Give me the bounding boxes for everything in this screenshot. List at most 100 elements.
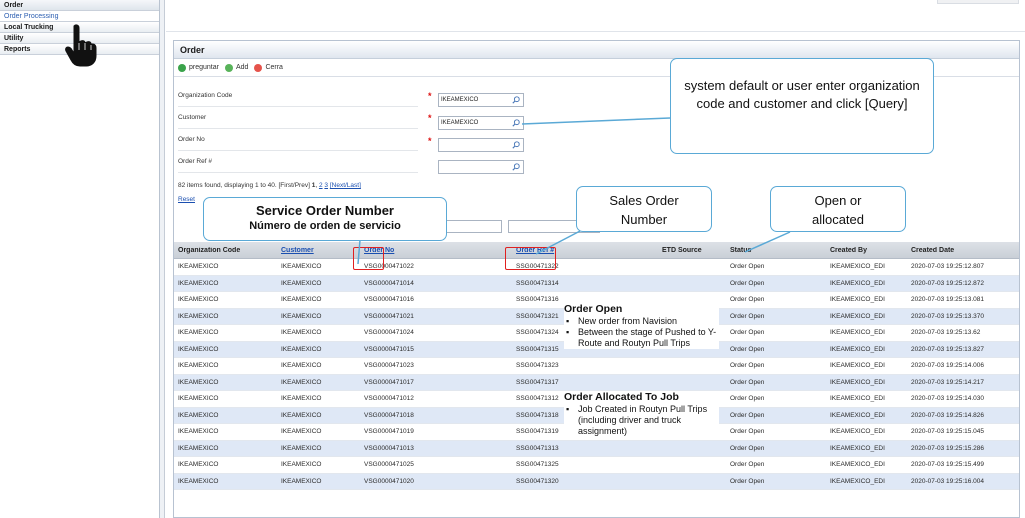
cell-status: Order Open [730, 411, 765, 419]
cell-organization-code: IKEAMEXICO [178, 411, 219, 419]
form-row-organization: Organization Code [178, 89, 418, 107]
cell-customer: IKEAMEXICO [281, 378, 322, 386]
query-callout: system default or user enter organizatio… [670, 58, 934, 154]
cell-status: Order Open [730, 263, 765, 271]
organization-code-label: Organization Code [178, 92, 233, 99]
required-star: * [428, 91, 432, 101]
cell-created-date: 2020-07-03 19:25:14.006 [911, 362, 985, 370]
splitter[interactable] [160, 0, 165, 518]
cell-customer: IKEAMEXICO [281, 477, 322, 485]
table-row[interactable]: IKEAMEXICO IKEAMEXICO VSG0000471025 SSG0047… [174, 457, 1019, 474]
top-box [937, 0, 1019, 4]
organization-code-input[interactable]: IKEAMEXICO [438, 93, 524, 107]
cell-created-by: IKEAMEXICO_EDI [830, 428, 885, 436]
cell-created-by: IKEAMEXICO_EDI [830, 395, 885, 403]
paging-first-prev[interactable]: [First/Prev] [278, 182, 309, 189]
cell-created-date: 2020-07-03 19:25:16.004 [911, 477, 985, 485]
cell-created-date: 2020-07-03 19:25:12.807 [911, 263, 985, 271]
left-navigation: Order Order Processing Local Trucking Ut… [0, 0, 160, 518]
cell-organization-code: IKEAMEXICO [178, 329, 219, 337]
cell-created-by: IKEAMEXICO_EDI [830, 477, 885, 485]
service-order-label-en: Service Order Number [255, 203, 394, 218]
cell-customer: IKEAMEXICO [281, 279, 322, 287]
cell-customer: IKEAMEXICO [281, 263, 322, 271]
nav-item-order[interactable]: Order [0, 0, 159, 11]
cell-organization-code: IKEAMEXICO [178, 362, 219, 370]
paging-page-2[interactable]: 2 [319, 182, 323, 189]
cell-order-no: VSG0000471012 [364, 395, 414, 403]
table-row[interactable]: IKEAMEXICO IKEAMEXICO VSG0000471022 SSG0047… [174, 259, 1019, 276]
cell-created-date: 2020-07-03 19:25:13.081 [911, 296, 985, 304]
service-order-callout: Service Order Number Número de orden de … [203, 197, 447, 241]
cell-status: Order Open [730, 329, 765, 337]
col-created-date[interactable]: Created Date [907, 247, 1017, 254]
search-icon[interactable] [512, 141, 520, 149]
cell-created-date: 2020-07-03 19:25:15.045 [911, 428, 985, 436]
search-icon[interactable] [512, 96, 520, 104]
cell-order-ref: SSG00471317 [516, 378, 559, 386]
required-star: * [428, 113, 432, 123]
table-row[interactable]: IKEAMEXICO IKEAMEXICO VSG0000471023 SSG0047… [174, 358, 1019, 375]
allocated-note: Order Allocated To Job Job Created in Ro… [564, 391, 719, 437]
cell-created-by: IKEAMEXICO_EDI [830, 461, 885, 469]
allocated-bullet-1: Job Created in Routyn Pull Trips (includ… [564, 404, 719, 437]
pointer-hand-icon [65, 24, 97, 67]
panel-title: Order [174, 41, 1019, 59]
col-etd-source[interactable]: ETD Source [658, 247, 726, 254]
order-ref-input[interactable] [438, 160, 524, 174]
col-organization-code[interactable]: Organization Code [174, 247, 277, 254]
customer-input[interactable]: IKEAMEXICO [438, 116, 524, 130]
query-button[interactable]: preguntar [178, 63, 219, 72]
search-icon[interactable] [512, 163, 520, 171]
cell-created-by: IKEAMEXICO_EDI [830, 444, 885, 452]
cell-organization-code: IKEAMEXICO [178, 461, 219, 469]
cell-organization-code: IKEAMEXICO [178, 279, 219, 287]
cell-customer: IKEAMEXICO [281, 362, 322, 370]
cell-created-by: IKEAMEXICO_EDI [830, 345, 885, 353]
order-ref-highlight [505, 247, 556, 270]
cell-customer: IKEAMEXICO [281, 395, 322, 403]
form-row-order-ref: Order Ref # [178, 155, 418, 173]
table-row[interactable]: IKEAMEXICO IKEAMEXICO VSG0000471014 SSG0047… [174, 275, 1019, 292]
cell-organization-code: IKEAMEXICO [178, 444, 219, 452]
col-status[interactable]: Status [726, 247, 826, 254]
cell-order-ref: SSG00471320 [516, 477, 559, 485]
table-row[interactable]: IKEAMEXICO IKEAMEXICO VSG0000471020 SSG0047… [174, 473, 1019, 490]
cell-organization-code: IKEAMEXICO [178, 378, 219, 386]
cell-order-no: VSG0000471016 [364, 296, 414, 304]
cell-order-no: VSG0000471017 [364, 378, 414, 386]
cell-order-no: VSG0000471013 [364, 444, 414, 452]
service-order-label-es: Número de orden de servicio [249, 220, 401, 232]
cell-status: Order Open [730, 461, 765, 469]
allocated-title: Order Allocated To Job [564, 391, 679, 403]
cell-created-by: IKEAMEXICO_EDI [830, 378, 885, 386]
col-created-by[interactable]: Created By [826, 247, 907, 254]
paging-next-last[interactable]: [Next/Last] [330, 182, 361, 189]
cell-created-date: 2020-07-03 19:25:13.827 [911, 345, 985, 353]
col-customer[interactable]: Customer [277, 247, 360, 254]
add-button-label: Add [235, 64, 249, 71]
close-button-label: Cerra [265, 64, 283, 71]
order-no-input[interactable] [438, 138, 524, 152]
close-button[interactable]: Cerra [254, 63, 283, 72]
paging-page-3[interactable]: 3 [324, 182, 328, 189]
organization-code-value: IKEAMEXICO [441, 97, 479, 103]
cell-status: Order Open [730, 444, 765, 452]
cell-customer: IKEAMEXICO [281, 428, 322, 436]
cell-organization-code: IKEAMEXICO [178, 263, 219, 271]
search-icon[interactable] [512, 119, 520, 127]
status-callout: Open or allocated [770, 186, 906, 232]
cell-order-no: VSG0000471015 [364, 345, 414, 353]
order-no-label: Order No [178, 136, 205, 143]
add-button[interactable]: Add [224, 63, 249, 72]
table-row[interactable]: IKEAMEXICO IKEAMEXICO VSG0000471017 SSG0047… [174, 374, 1019, 391]
reset-link[interactable]: Reset [178, 196, 195, 203]
cell-organization-code: IKEAMEXICO [178, 345, 219, 353]
cell-organization-code: IKEAMEXICO [178, 312, 219, 320]
cell-status: Order Open [730, 279, 765, 287]
cell-order-no: VSG0000471021 [364, 312, 414, 320]
cell-organization-code: IKEAMEXICO [178, 477, 219, 485]
cell-customer: IKEAMEXICO [281, 345, 322, 353]
table-row[interactable]: IKEAMEXICO IKEAMEXICO VSG0000471013 SSG0047… [174, 440, 1019, 457]
nav-item-order-processing[interactable]: Order Processing [0, 11, 159, 22]
